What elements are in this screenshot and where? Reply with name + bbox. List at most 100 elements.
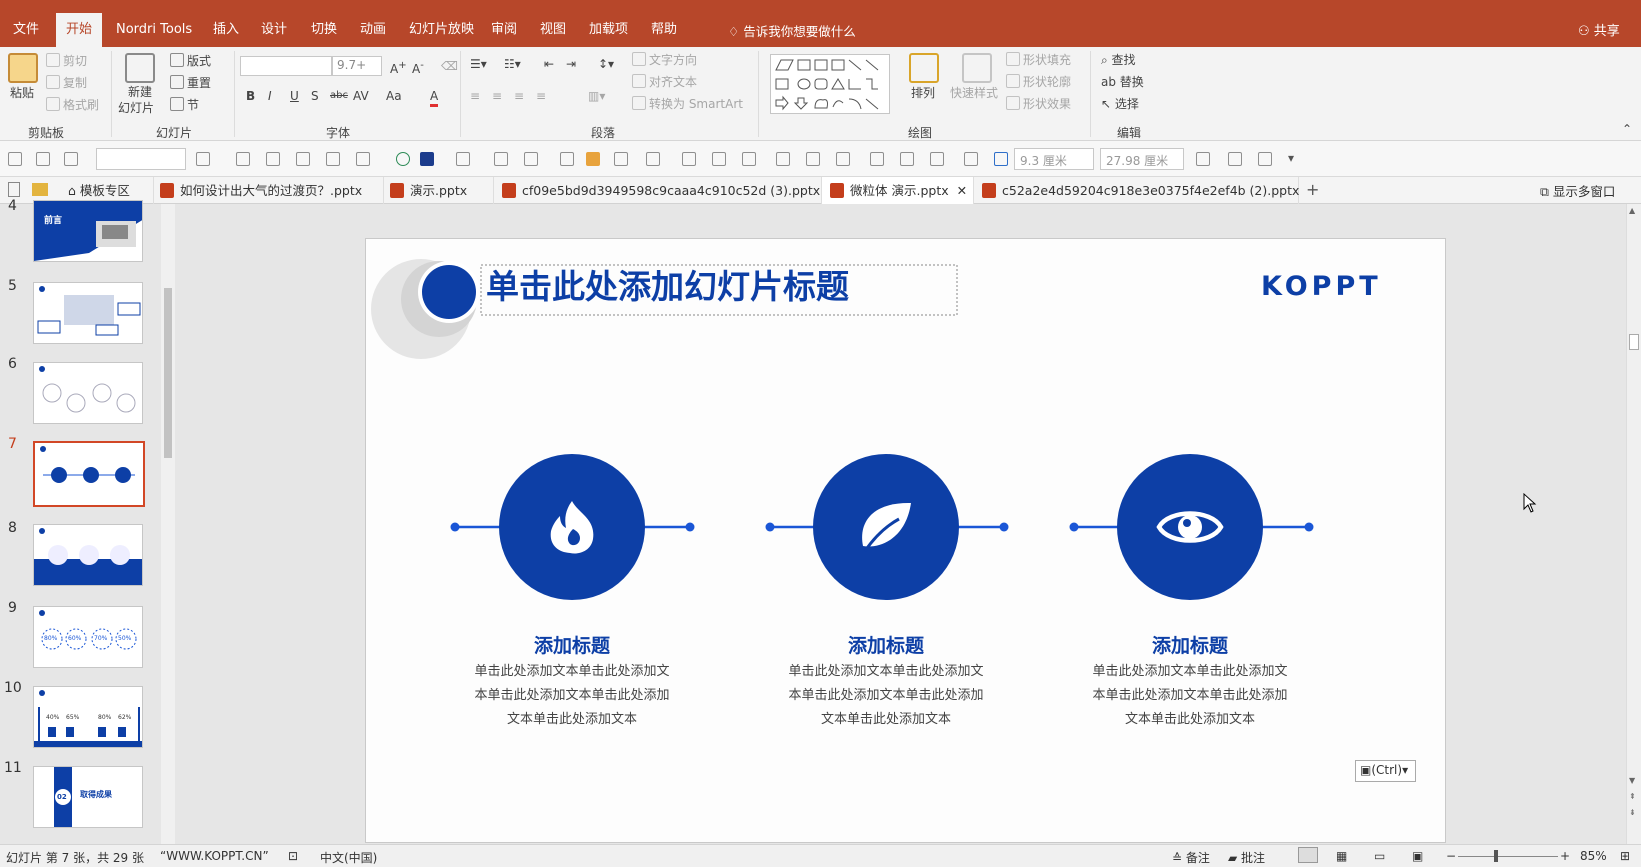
shape-width-input[interactable]: 9.3 厘米 [1014, 148, 1094, 170]
canvas-scrollbar[interactable]: ▲ ▼ ⇞ ⇟ [1626, 204, 1641, 844]
column-title-1[interactable]: 添加标题 [422, 631, 722, 658]
italic-button[interactable]: I [268, 88, 272, 104]
tab-insert[interactable]: 插入 [213, 21, 239, 39]
slideshow-icon[interactable]: ▣ [1412, 849, 1423, 863]
char-spacing-button[interactable]: AV [353, 88, 369, 104]
toolbar-icon[interactable] [36, 152, 50, 166]
language-indicator[interactable]: 中文(中国) [320, 849, 377, 866]
format-painter-button[interactable]: 格式刷 [46, 97, 99, 113]
style-dropdown[interactable] [96, 148, 186, 170]
new-slide-label[interactable]: 新建 [128, 84, 152, 100]
tab-slideshow[interactable]: 幻灯片放映 [409, 21, 474, 39]
grid-icon[interactable] [994, 152, 1008, 166]
show-multi-window-button[interactable]: ⧉ 显示多窗口 [1540, 181, 1615, 200]
scroll-down-icon[interactable]: ▼ [1629, 776, 1635, 785]
toolbar-icon[interactable] [64, 152, 78, 166]
shape-height-input[interactable]: 27.98 厘米 [1100, 148, 1184, 170]
thumbnail-slide-4[interactable]: 前言 [33, 200, 143, 262]
new-slide-label-2[interactable]: 幻灯片 [118, 100, 154, 116]
thumbnail-slide-9[interactable]: 80% 60% 70% 50% [33, 606, 143, 668]
text-direction-button[interactable]: 文字方向 [632, 52, 697, 68]
doc-tab[interactable]: 如何设计出大气的过渡页？.pptx [154, 177, 384, 204]
folder-icon[interactable] [32, 183, 48, 196]
scroll-up-icon[interactable]: ▲ [1629, 206, 1635, 215]
tab-view[interactable]: 视图 [540, 21, 566, 39]
toolbar-icon[interactable] [326, 152, 340, 166]
font-size-box[interactable]: 9.7+ [332, 56, 382, 76]
change-case-button[interactable]: Aa [386, 88, 402, 104]
align-right-icon[interactable]: ≡ [514, 88, 524, 104]
paste-options-button[interactable]: ▣(Ctrl)▾ [1355, 760, 1416, 782]
slide-7[interactable]: 单击此处添加幻灯片标题 KOPPT 添加标题 单击此处添加文本单击此处添加文 本… [365, 238, 1446, 843]
numbering-icon[interactable]: ☷▾ [504, 56, 521, 72]
toolbar-icon[interactable] [266, 152, 280, 166]
arrange-icon[interactable] [909, 53, 939, 83]
layout-button[interactable]: 版式 [170, 53, 211, 69]
canvas-scroll-thumb[interactable] [1629, 334, 1639, 350]
thumbnail-scrollbar[interactable] [161, 204, 175, 844]
underline-button[interactable]: U [290, 88, 299, 104]
quick-styles-icon[interactable] [962, 53, 992, 83]
thumbnail-slide-8[interactable] [33, 524, 143, 586]
thumbnail-slide-10[interactable]: 40% 65% 80% 62% [33, 686, 143, 748]
decrease-font-icon[interactable]: A- [412, 58, 424, 77]
clear-format-icon[interactable]: ⌫ [441, 58, 458, 74]
prev-slide-icon[interactable]: ⇞ [1629, 792, 1636, 801]
toolbar-icon[interactable] [806, 152, 820, 166]
toolbar-icon[interactable] [356, 152, 370, 166]
tab-addins[interactable]: 加载项 [589, 21, 628, 39]
toolbar-icon[interactable] [494, 152, 508, 166]
find-button[interactable]: ⌕ 查找 [1101, 52, 1136, 68]
reading-view-icon[interactable]: ▭ [1374, 849, 1385, 863]
shape-fill-button[interactable]: 形状填充 [1006, 52, 1071, 68]
shapes-gallery[interactable] [770, 54, 890, 114]
notes-button[interactable]: ≙ 备注 [1172, 849, 1210, 866]
columns-icon[interactable]: ▥▾ [588, 88, 605, 104]
share-button[interactable]: ⚇ 共享 [1578, 20, 1620, 39]
toolbar-icon[interactable] [776, 152, 790, 166]
column-text-2[interactable]: 单击此处添加文本单击此处添加文 本单击此处添加文本单击此处添加 文本单击此处添加… [776, 660, 996, 732]
spellcheck-icon[interactable]: ⊡ [288, 849, 298, 863]
font-color-button[interactable]: A [430, 88, 439, 107]
new-doc-icon[interactable] [8, 182, 20, 197]
zoom-slider[interactable] [1458, 856, 1558, 857]
toolbar-icon[interactable] [1196, 152, 1210, 166]
toolbar-icon[interactable] [1258, 152, 1272, 166]
thumbnail-scroll-thumb[interactable] [164, 288, 172, 458]
tab-home[interactable]: 开始 [56, 13, 102, 47]
bold-button[interactable]: B [246, 88, 255, 104]
normal-view-icon[interactable] [1298, 847, 1318, 863]
column-text-1[interactable]: 单击此处添加文本单击此处添加文 本单击此处添加文本单击此处添加 文本单击此处添加… [462, 660, 682, 732]
toolbar-icon[interactable] [712, 152, 726, 166]
toolbar-icon[interactable] [1228, 152, 1242, 166]
toolbar-icon[interactable] [682, 152, 696, 166]
paste-icon[interactable] [8, 53, 38, 83]
comments-button[interactable]: ▰ 批注 [1228, 849, 1265, 866]
circle-icon[interactable] [396, 152, 410, 166]
thumbnail-slide-5[interactable] [33, 282, 143, 344]
fill-color-icon[interactable] [420, 152, 434, 166]
doc-tab[interactable]: cf09e5bd9d3949598c9caaa4c910c52d (3).ppt… [494, 177, 822, 204]
toolbar-icon[interactable] [296, 152, 310, 166]
doc-tab[interactable]: c52a2e4d59204c918e3e0375f4e2ef4b (2).ppt… [974, 177, 1299, 204]
toolbar-icon[interactable] [870, 152, 884, 166]
tab-design[interactable]: 设计 [261, 21, 287, 39]
collapse-ribbon-icon[interactable]: ⌃ [1622, 121, 1632, 137]
arrange-button[interactable]: 排列 [911, 85, 935, 101]
zoom-level[interactable]: 85% [1580, 849, 1607, 863]
indent-decrease-icon[interactable]: ⇤ [544, 56, 554, 72]
font-name-box[interactable] [240, 56, 332, 76]
close-icon[interactable]: ✕ [957, 183, 967, 198]
new-slide-icon[interactable] [125, 53, 155, 83]
shape-outline-button[interactable]: 形状轮廓 [1006, 74, 1071, 90]
increase-font-icon[interactable]: A+ [390, 58, 407, 77]
toolbar-icon[interactable] [964, 152, 978, 166]
toolbar-icon[interactable] [646, 152, 660, 166]
thumbnail-slide-11[interactable]: 02 取得成果 [33, 766, 143, 828]
doc-tab-active[interactable]: 微粒体 演示.pptx ✕ [822, 177, 974, 204]
toolbar-icon[interactable] [456, 152, 470, 166]
tab-review[interactable]: 审阅 [491, 21, 517, 39]
tab-animations[interactable]: 动画 [360, 21, 386, 39]
strikethrough-button[interactable]: abc [330, 88, 348, 104]
smartart-button[interactable]: 转换为 SmartArt [632, 96, 743, 112]
